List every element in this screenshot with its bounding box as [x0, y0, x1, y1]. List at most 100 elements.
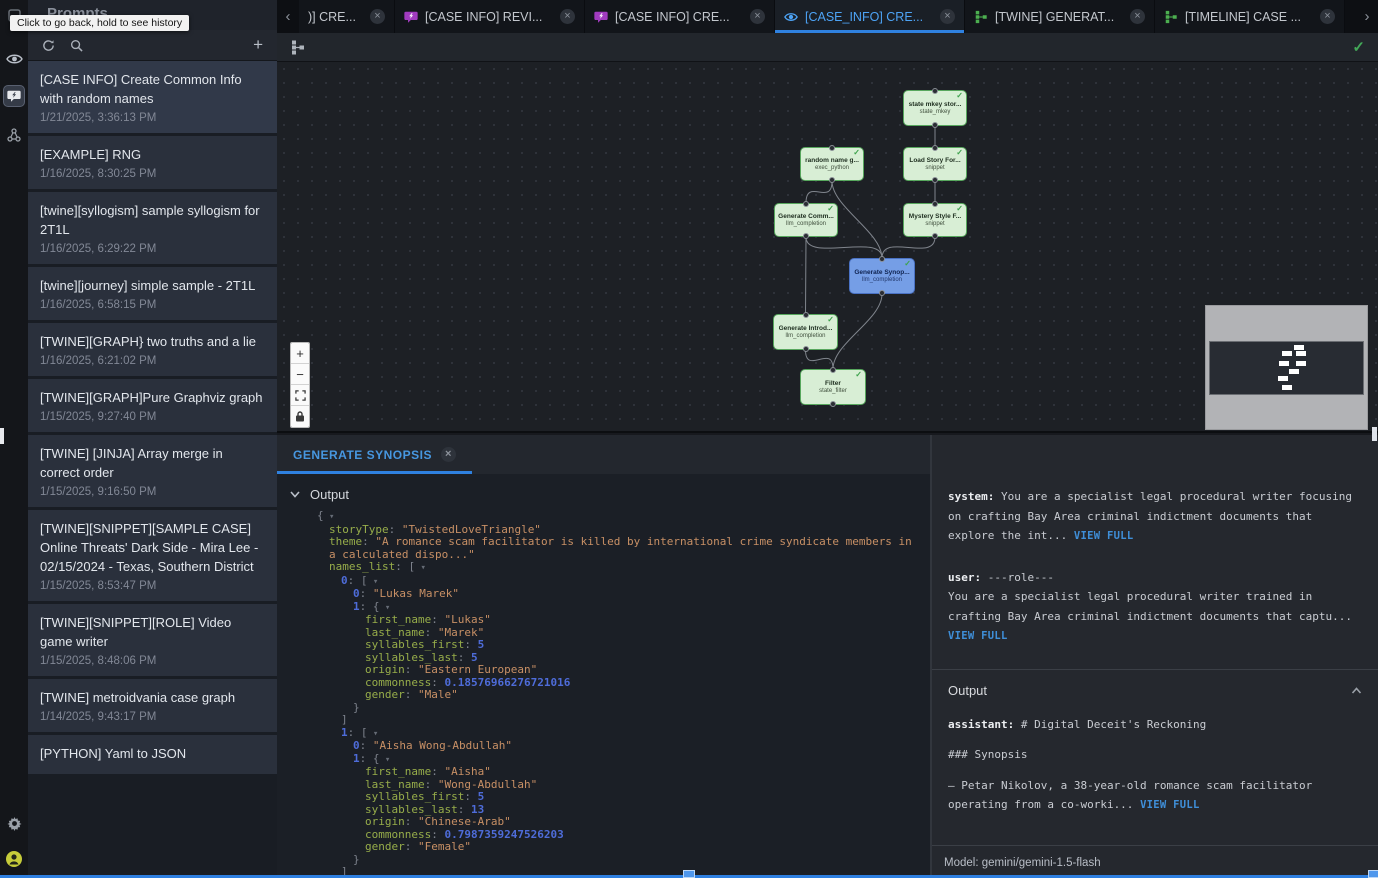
graph-node-generate_common[interactable]: Generate Comm...llm_completion✓	[774, 203, 838, 237]
assistant-body-line: – Petar Nikolov, a 38-year-old romance s…	[948, 776, 1362, 816]
synopsis-heading: ### Synopsis	[948, 745, 1362, 765]
graph-edge	[882, 237, 935, 258]
splitter-handle-right[interactable]	[1372, 427, 1377, 441]
flow-graph-icon	[1164, 10, 1178, 24]
node-subtitle: llm_completion	[862, 277, 902, 283]
editor-tab-label: )] CRE...	[308, 10, 363, 24]
minimap-node-dot	[1282, 385, 1292, 390]
tab-close-icon[interactable]: ×	[370, 9, 385, 24]
prompt-list-item[interactable]: [twine][syllogism] sample syllogism for …	[28, 192, 277, 264]
json-line: theme: "A romance scam facilitator is ki…	[277, 536, 930, 561]
zoom-out-button[interactable]: −	[291, 364, 309, 385]
flow-graph-icon	[974, 10, 988, 24]
prompt-item-timestamp: 1/14/2025, 9:43:17 PM	[40, 710, 265, 724]
prompt-item-title: [TWINE][GRAPH]Pure Graphviz graph	[40, 388, 265, 407]
chevron-down-icon	[290, 491, 300, 498]
tab-bar: ‹ )] CRE...×[CASE INFO] REVI...×[CASE IN…	[277, 0, 1378, 33]
fit-view-button[interactable]	[291, 385, 309, 406]
graph-canvas[interactable]: state mkey stor...state_mkey✓random name…	[277, 62, 1378, 433]
view-full-link-user[interactable]: VIEW FULL	[948, 630, 1008, 642]
node-success-check-icon: ✓	[904, 259, 911, 268]
editor-tab[interactable]: [TWINE] GENERAT...×	[965, 0, 1155, 33]
preview-eye-icon[interactable]	[0, 46, 28, 72]
settings-gear-icon[interactable]	[0, 810, 28, 836]
minimap-node-dot	[1289, 369, 1299, 374]
view-full-link-assistant[interactable]: VIEW FULL	[1140, 799, 1200, 811]
graph-edge	[806, 350, 834, 369]
node-subtitle: snippet	[925, 221, 944, 227]
tab-close-icon[interactable]: ×	[1130, 9, 1145, 24]
prompt-list-item[interactable]: [TWINE][GRAPH} two truths and a lie1/16/…	[28, 323, 277, 376]
graph-node-generate_synopsis[interactable]: Generate Synop...llm_completion✓	[849, 258, 915, 294]
sidebar-item-flows[interactable]	[0, 122, 28, 148]
prompt-item-timestamp: 1/16/2025, 6:58:15 PM	[40, 298, 265, 312]
prompt-list-item[interactable]: [CASE INFO] Create Common Info with rand…	[28, 61, 277, 133]
tab-close-icon[interactable]: ×	[1320, 9, 1335, 24]
prompt-bubble-icon	[404, 10, 418, 24]
editor-tab[interactable]: )] CRE... ×	[299, 0, 395, 33]
tab-generate-synopsis[interactable]: GENERATE SYNOPSIS ×	[277, 435, 472, 474]
json-line: }	[277, 854, 930, 867]
close-icon[interactable]: ×	[441, 447, 456, 462]
chevron-up-icon	[1351, 687, 1362, 694]
refresh-icon[interactable]	[42, 39, 55, 52]
horizontal-scrollbar-thumb-right[interactable]	[1368, 870, 1378, 878]
prompt-list-item[interactable]: [TWINE][SNIPPET][SAMPLE CASE] Online Thr…	[28, 510, 277, 601]
prompt-item-title: [PYTHON] Yaml to JSON	[40, 744, 265, 763]
node-subtitle: snippet	[925, 165, 944, 171]
minimap[interactable]	[1205, 305, 1368, 430]
editor-tab[interactable]: [CASE INFO] REVI...×	[395, 0, 585, 33]
model-meta-block: Model: gemini/gemini-1.5-flash Response …	[932, 845, 1378, 878]
json-output-tree[interactable]: { ▾storyType: "TwistedLoveTriangle"theme…	[277, 510, 930, 878]
assistant-title-text: # Digital Deceit's Reckoning	[1021, 718, 1206, 731]
graph-edge	[833, 294, 882, 369]
graph-node-state_mkey[interactable]: state mkey stor...state_mkey✓	[903, 90, 967, 126]
json-line: names_list: [ ▾	[277, 561, 930, 575]
prompts-toolbar: +	[28, 30, 277, 61]
prompt-list-item[interactable]: [TWINE] [JINJA] Array merge in correct o…	[28, 435, 277, 507]
detail-output-header[interactable]: Output	[932, 669, 1378, 711]
prompt-list-item[interactable]: [TWINE][GRAPH]Pure Graphviz graph 1/15/20…	[28, 379, 277, 432]
node-title: state mkey stor...	[909, 101, 962, 108]
output-section-header[interactable]: Output	[277, 474, 930, 510]
node-subtitle: state_mkey	[920, 109, 951, 115]
add-prompt-button[interactable]: +	[253, 35, 263, 55]
prompt-item-title: [TWINE][GRAPH} two truths and a lie	[40, 332, 265, 351]
tab-close-icon[interactable]: ×	[750, 9, 765, 24]
search-icon[interactable]	[70, 39, 83, 52]
editor-tab[interactable]: [CASE_INFO] CRE...×	[775, 0, 965, 33]
tab-close-icon[interactable]: ×	[940, 9, 955, 24]
tab-close-icon[interactable]: ×	[560, 9, 575, 24]
editor-tab[interactable]: [TIMELINE] CASE ...×	[1155, 0, 1345, 33]
node-subtitle: llm_completion	[786, 221, 826, 227]
prompt-item-timestamp: 1/16/2025, 8:30:25 PM	[40, 167, 265, 181]
splitter-handle-left[interactable]	[0, 428, 4, 444]
view-full-link-system[interactable]: VIEW FULL	[1074, 530, 1134, 542]
user-avatar[interactable]	[0, 846, 28, 872]
horizontal-scrollbar-thumb[interactable]	[683, 870, 695, 878]
lock-button[interactable]	[291, 406, 309, 427]
editor-tab[interactable]: [CASE INFO] CRE...×	[585, 0, 775, 33]
graph-node-mystery_style[interactable]: Mystery Style F...snippet✓	[903, 203, 967, 237]
prompt-list-item[interactable]: [TWINE][SNIPPET][ROLE] Video game writer…	[28, 604, 277, 676]
prompt-list-item[interactable]: [twine][journey] simple sample - 2T1L1/1…	[28, 267, 277, 320]
prompt-list-item[interactable]: [EXAMPLE] RNG 1/16/2025, 8:30:25 PM	[28, 136, 277, 189]
auto-layout-icon[interactable]	[290, 40, 305, 55]
graph-node-generate_intro[interactable]: Generate Introd...llm_completion✓	[773, 314, 838, 350]
json-line: ]	[277, 714, 930, 727]
prompt-item-timestamp: 1/15/2025, 9:27:40 PM	[40, 410, 265, 424]
prompt-item-title: [twine][syllogism] sample syllogism for …	[40, 201, 265, 239]
zoom-in-button[interactable]: +	[291, 343, 309, 364]
json-line: 1: { ▾	[277, 753, 930, 767]
tab-scroll-right-icon[interactable]: ›	[1356, 0, 1378, 33]
graph-node-random_name[interactable]: random name g...exec_python✓	[800, 147, 864, 181]
prompt-list-item[interactable]: [PYTHON] Yaml to JSON	[28, 735, 277, 774]
prompt-list-item[interactable]: [TWINE] metroidvania case graph1/14/2025…	[28, 679, 277, 732]
eye-icon	[784, 10, 798, 24]
tab-scroll-left-icon[interactable]: ‹	[277, 0, 299, 33]
sidebar-item-prompts[interactable]	[3, 85, 25, 107]
prompt-item-title: [EXAMPLE] RNG	[40, 145, 265, 164]
graph-node-load_story[interactable]: Load Story For...snippet✓	[903, 147, 967, 181]
graph-node-filter[interactable]: Filterstate_filter✓	[800, 369, 866, 405]
graph-edge	[806, 237, 807, 314]
